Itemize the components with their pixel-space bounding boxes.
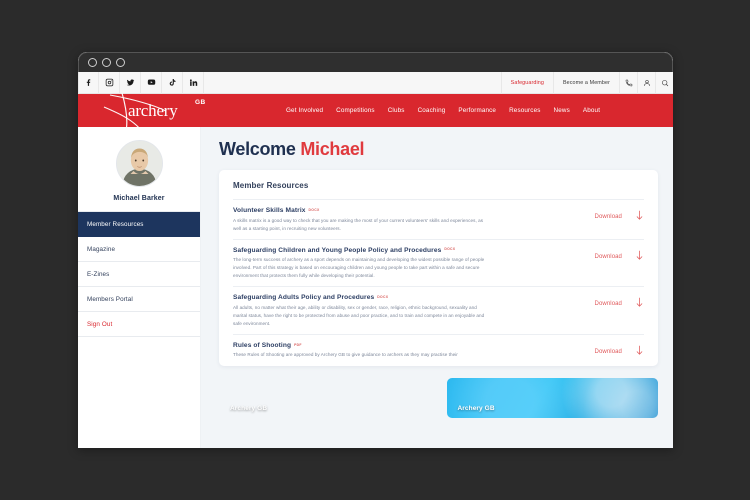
download-button[interactable]: Download (595, 207, 644, 226)
resource-title-text: Safeguarding Children and Young People P… (233, 246, 442, 254)
nav-item-resources[interactable]: Resources (509, 107, 540, 114)
sidebar-item-members-portal[interactable]: Members Portal (78, 287, 200, 312)
maximize-icon[interactable] (116, 58, 125, 67)
search-icon[interactable] (655, 72, 673, 94)
avatar (115, 140, 163, 187)
sidebar-item-member-resources[interactable]: Member Resources (78, 212, 200, 237)
resource-title: Safeguarding Adults Policy and Procedure… (233, 294, 585, 301)
download-button[interactable]: Download (595, 247, 644, 266)
safeguarding-link[interactable]: Safeguarding (500, 72, 553, 94)
promo-label: Archery GB (457, 405, 495, 412)
nav-links: Get Involved Competitions Clubs Coaching… (286, 107, 600, 114)
promo-label: Archery GB (230, 405, 268, 412)
resource-description: The long-term success of archery as a sp… (233, 257, 485, 279)
logo-wordmark: archery (128, 100, 178, 120)
download-arrow-icon[interactable] (635, 343, 644, 361)
nav-item-coaching[interactable]: Coaching (418, 107, 446, 114)
resource-title: Rules of Shooting PDF (233, 342, 585, 349)
welcome-user-name: Michael (300, 139, 365, 159)
resource-row: Rules of Shooting PDF These Rules of Shoo… (233, 333, 644, 366)
welcome-prefix: Welcome (219, 139, 301, 159)
resource-filetype-badge: DOCX (444, 247, 456, 252)
page-viewport: Safeguarding Become a Member archery GB … (78, 72, 673, 448)
resource-title: Volunteer Skills Matrix DOCX (233, 207, 585, 214)
resource-title: Safeguarding Children and Young People P… (233, 247, 585, 254)
resource-info: Volunteer Skills Matrix DOCX A skills mat… (233, 207, 595, 233)
download-arrow-icon[interactable] (635, 295, 644, 313)
promo-card[interactable]: Archery GB (446, 378, 658, 418)
download-label: Download (594, 348, 622, 355)
resource-info: Safeguarding Children and Young People P… (233, 247, 595, 281)
promo-card[interactable]: Archery GB (219, 378, 431, 418)
nav-item-get-involved[interactable]: Get Involved (286, 107, 323, 114)
sidebar-item-label: Sign Out (87, 320, 113, 328)
close-icon[interactable] (88, 58, 97, 67)
download-label: Download (594, 253, 622, 260)
download-button[interactable]: Download (595, 342, 644, 361)
nav-item-clubs[interactable]: Clubs (388, 107, 405, 114)
utility-links: Safeguarding Become a Member (500, 72, 673, 94)
sidebar-item-sign-out[interactable]: Sign Out (78, 312, 200, 337)
become-a-member-link[interactable]: Become a Member (552, 72, 619, 94)
page-title: Welcome Michael (219, 139, 658, 160)
sidebar-item-e-zines[interactable]: E-Zines (78, 262, 200, 287)
nav-item-news[interactable]: News (554, 107, 570, 114)
resource-description: All adults, no matter what their age, ab… (233, 304, 485, 326)
resource-description: A skills matrix is a good way to check t… (233, 217, 484, 231)
page-content: Michael Barker Member Resources Magazine… (78, 127, 673, 448)
resource-filetype-badge: DOCX (308, 207, 320, 212)
member-resources-card: Member Resources Volunteer Skills Matrix… (219, 170, 658, 366)
download-arrow-icon[interactable] (635, 248, 644, 266)
sidebar-item-magazine[interactable]: Magazine (78, 237, 200, 262)
resource-row: Safeguarding Adults Policy and Procedure… (233, 286, 644, 334)
account-icon[interactable] (637, 72, 655, 94)
logo-gb-mark: GB (195, 99, 206, 106)
minimize-icon[interactable] (102, 58, 111, 67)
promo-cards: Archery GB Archery GB (219, 378, 658, 418)
site-logo[interactable]: archery GB (78, 92, 278, 131)
sidebar-item-label: E-Zines (87, 270, 110, 278)
resource-title-text: Safeguarding Adults Policy and Procedure… (233, 294, 375, 302)
card-title: Member Resources (233, 181, 309, 190)
download-label: Download (594, 214, 622, 220)
nav-item-performance[interactable]: Performance (458, 107, 496, 114)
phone-icon[interactable] (619, 72, 637, 94)
sidebar-item-label: Members Portal (87, 295, 133, 303)
resource-filetype-badge: DOCX (377, 294, 389, 299)
sidebar-item-label: Magazine (87, 245, 116, 253)
resource-filetype-badge: PDF (294, 342, 302, 347)
member-sidebar: Michael Barker Member Resources Magazine… (78, 127, 201, 448)
resource-row: Safeguarding Children and Young People P… (233, 238, 644, 287)
download-arrow-icon[interactable] (635, 208, 644, 226)
download-label: Download (594, 301, 622, 308)
screen: Safeguarding Become a Member archery GB … (0, 0, 750, 500)
download-button[interactable]: Download (595, 294, 644, 313)
resource-info: Rules of Shooting PDF These Rules of Shoo… (233, 342, 595, 360)
resource-info: Safeguarding Adults Policy and Procedure… (233, 294, 595, 328)
main-content: Welcome Michael Member Resources Volunte… (201, 127, 673, 448)
member-name: Michael Barker (113, 195, 165, 202)
resource-description: These Rules of Shooting are approved by … (233, 352, 458, 358)
browser-window: Safeguarding Become a Member archery GB … (78, 52, 673, 448)
sidebar-item-label: Member Resources (87, 220, 144, 228)
resource-title-text: Rules of Shooting (233, 341, 292, 349)
resource-row: Volunteer Skills Matrix DOCX A skills mat… (233, 199, 644, 239)
window-titlebar (78, 52, 673, 72)
sidebar-menu: Member Resources Magazine E-Zines Member… (78, 211, 200, 337)
resource-title-text: Volunteer Skills Matrix (233, 207, 306, 214)
main-navbar: archery GB Get Involved Competitions Clu… (78, 92, 673, 131)
nav-item-about[interactable]: About (583, 107, 600, 114)
nav-item-competitions[interactable]: Competitions (336, 107, 375, 114)
